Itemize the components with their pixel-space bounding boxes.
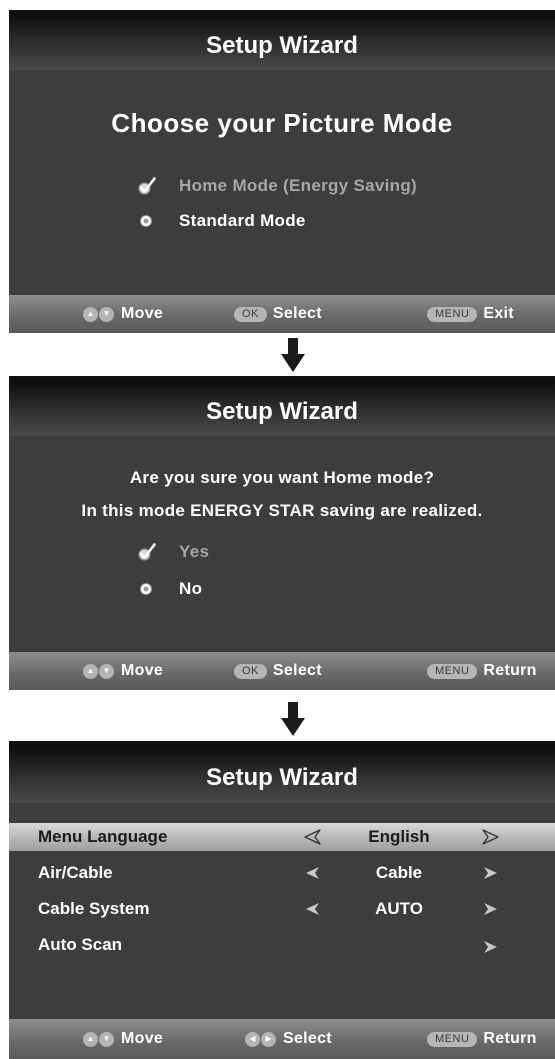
ok-key: OK bbox=[234, 663, 267, 679]
setup-wizard-settings-screen: Setup Wizard Menu Language English Air/C… bbox=[9, 741, 555, 1059]
chevron-right-icon[interactable] bbox=[482, 829, 500, 845]
picture-mode-heading: Choose your Picture Mode bbox=[111, 108, 453, 138]
footer-select-hint: OK Select bbox=[234, 295, 322, 333]
menu-key: MENU bbox=[427, 306, 478, 322]
row-cable-system[interactable]: Cable System AUTO bbox=[9, 895, 555, 923]
screen-title: Setup Wizard bbox=[9, 741, 555, 803]
ok-key: OK bbox=[234, 306, 267, 322]
footer-select-hint: ◀ ▶ Select bbox=[245, 1019, 332, 1059]
up-icon: ▲ bbox=[83, 306, 98, 322]
option-label: No bbox=[179, 579, 203, 598]
checkmark-icon bbox=[138, 543, 156, 561]
footer-select-hint: OK Select bbox=[234, 652, 322, 690]
menu-key: MENU bbox=[427, 1031, 478, 1047]
footer-return-hint[interactable]: MENU Return bbox=[427, 652, 537, 690]
option-home-mode[interactable]: Home Mode (Energy Saving) bbox=[9, 170, 555, 200]
menu-key: MENU bbox=[427, 663, 478, 679]
setup-wizard-confirm-screen: Setup Wizard Are you sure you want Home … bbox=[9, 376, 555, 690]
option-standard-mode[interactable]: Standard Mode bbox=[9, 206, 555, 236]
footer-bar: ▲ ▼ Move OK Select MENU Return bbox=[9, 652, 555, 690]
down-icon: ▼ bbox=[99, 663, 114, 679]
exit-label: Exit bbox=[483, 305, 514, 322]
footer-bar: ▲ ▼ Move ◀ ▶ Select MENU Return bbox=[9, 1019, 555, 1059]
chevron-right-icon[interactable] bbox=[482, 901, 500, 917]
chevron-right-icon[interactable] bbox=[482, 939, 500, 955]
up-icon: ▲ bbox=[83, 663, 98, 679]
chevron-left-icon[interactable] bbox=[303, 829, 321, 845]
move-label: Move bbox=[121, 305, 164, 322]
screen-title: Setup Wizard bbox=[9, 376, 555, 436]
option-no[interactable]: No bbox=[9, 574, 555, 604]
confirm-question-line2: In this mode ENERGY STAR saving are real… bbox=[81, 501, 483, 520]
radio-icon bbox=[140, 583, 152, 595]
option-label: Standard Mode bbox=[179, 211, 306, 230]
screen-title: Setup Wizard bbox=[9, 10, 555, 70]
footer-move-hint: ▲ ▼ Move bbox=[83, 1019, 163, 1059]
move-label: Move bbox=[121, 1030, 164, 1047]
down-icon: ▼ bbox=[99, 306, 114, 322]
radio-icon bbox=[140, 215, 152, 227]
row-auto-scan[interactable]: Auto Scan bbox=[9, 931, 555, 959]
option-label: Home Mode (Energy Saving) bbox=[179, 176, 417, 195]
checkmark-icon bbox=[138, 177, 156, 195]
chevron-right-icon[interactable] bbox=[482, 865, 500, 881]
row-label: Cable System bbox=[38, 899, 150, 918]
return-label: Return bbox=[483, 662, 537, 679]
row-label: Air/Cable bbox=[38, 863, 113, 882]
chevron-left-icon[interactable] bbox=[303, 901, 321, 917]
down-icon: ▼ bbox=[99, 1031, 114, 1047]
footer-move-hint: ▲ ▼ Move bbox=[83, 295, 163, 333]
chevron-left-icon[interactable] bbox=[303, 865, 321, 881]
select-label: Select bbox=[283, 1030, 332, 1047]
row-menu-language[interactable]: Menu Language English bbox=[9, 823, 555, 851]
row-value: AUTO bbox=[375, 899, 423, 918]
confirm-question-line1: Are you sure you want Home mode? bbox=[129, 468, 435, 487]
up-icon: ▲ bbox=[83, 1031, 98, 1047]
option-yes[interactable]: Yes bbox=[9, 536, 555, 566]
row-label: Auto Scan bbox=[38, 935, 123, 954]
option-label: Yes bbox=[179, 542, 210, 561]
left-icon: ◀ bbox=[245, 1031, 260, 1047]
return-label: Return bbox=[483, 1030, 537, 1047]
arrow-down-icon bbox=[281, 338, 305, 372]
footer-bar: ▲ ▼ Move OK Select MENU Exit bbox=[9, 295, 555, 333]
setup-wizard-picture-mode-screen: Setup Wizard Choose your Picture Mode Ho… bbox=[9, 10, 555, 333]
select-label: Select bbox=[272, 305, 322, 322]
footer-return-hint[interactable]: MENU Return bbox=[427, 1019, 537, 1059]
row-value: Cable bbox=[375, 863, 423, 882]
footer-move-hint: ▲ ▼ Move bbox=[83, 652, 163, 690]
row-label: Menu Language bbox=[38, 827, 168, 846]
row-value: English bbox=[368, 827, 430, 846]
select-label: Select bbox=[272, 662, 322, 679]
row-air-cable[interactable]: Air/Cable Cable bbox=[9, 859, 555, 887]
arrow-down-icon bbox=[281, 702, 305, 736]
footer-exit-hint[interactable]: MENU Exit bbox=[427, 295, 514, 333]
right-icon: ▶ bbox=[261, 1031, 276, 1047]
move-label: Move bbox=[121, 662, 164, 679]
